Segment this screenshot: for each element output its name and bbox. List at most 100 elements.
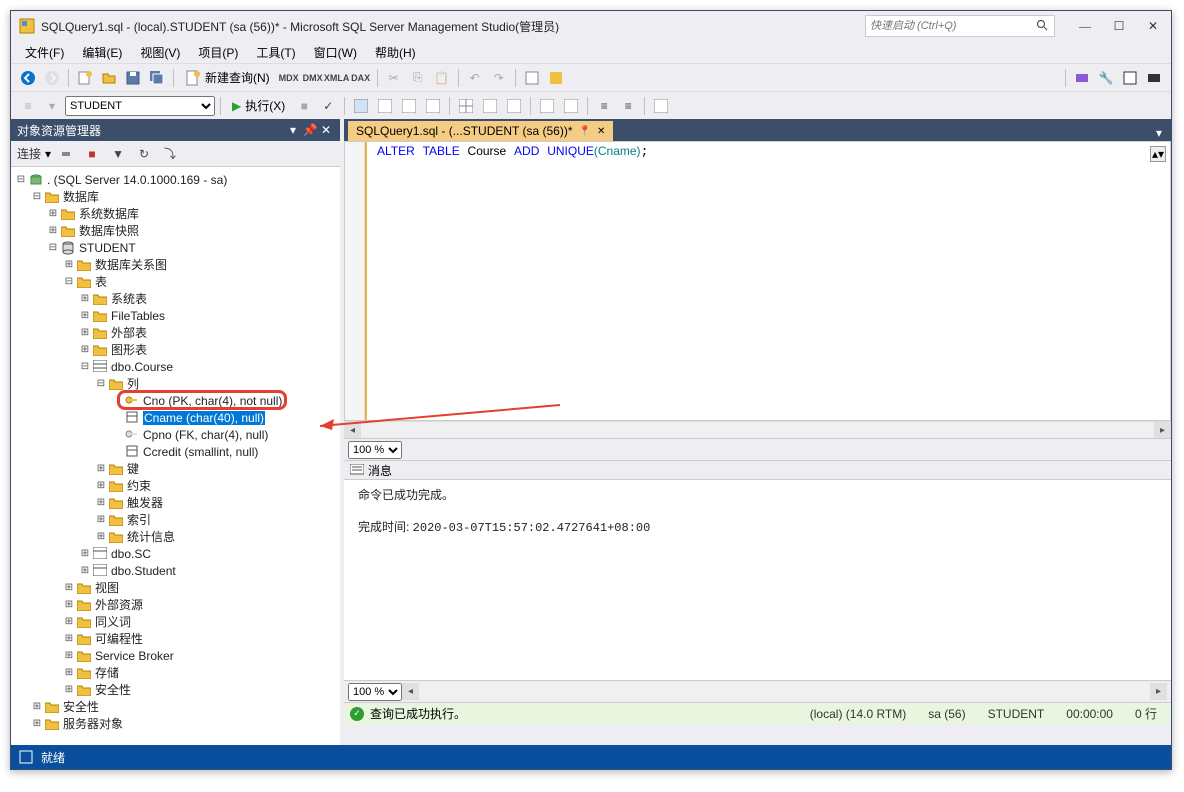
- tree-views[interactable]: ⊞视图: [13, 579, 338, 596]
- tree-constraints[interactable]: ⊞约束: [13, 477, 338, 494]
- connect-dropdown-icon[interactable]: ▾: [45, 147, 51, 161]
- messages-zoom-dropdown[interactable]: 100 %: [348, 683, 402, 701]
- tab-overflow-icon[interactable]: ▾: [1151, 125, 1167, 141]
- database-dropdown[interactable]: STUDENT: [65, 96, 215, 116]
- tree-col-cpno[interactable]: Cpno (FK, char(4), null): [13, 426, 338, 443]
- new-project-icon[interactable]: [74, 67, 96, 89]
- menu-window[interactable]: 窗口(W): [306, 42, 365, 63]
- properties-icon[interactable]: [545, 67, 567, 89]
- parse-icon[interactable]: ✓: [317, 95, 339, 117]
- menu-project[interactable]: 项目(P): [190, 42, 246, 63]
- tree-col-cno[interactable]: Cno (PK, char(4), not null): [13, 392, 338, 409]
- tree-service-broker[interactable]: ⊞Service Broker: [13, 647, 338, 664]
- estimated-plan-icon[interactable]: [350, 95, 372, 117]
- tree-server-node[interactable]: ⊟. (SQL Server 14.0.1000.169 - sa): [13, 171, 338, 188]
- save-all-icon[interactable]: [146, 67, 168, 89]
- tree-databases[interactable]: ⊟数据库: [13, 188, 338, 205]
- tree-indexes[interactable]: ⊞索引: [13, 511, 338, 528]
- tab-close-icon[interactable]: ✕: [597, 126, 605, 137]
- menu-tools[interactable]: 工具(T): [248, 42, 303, 63]
- tree-sys-db[interactable]: ⊞系统数据库: [13, 205, 338, 222]
- new-query-button[interactable]: 新建查询(N): [179, 67, 276, 89]
- client-stats-icon[interactable]: [398, 95, 420, 117]
- code-hscroll[interactable]: ◂▸: [344, 421, 1171, 438]
- menu-edit[interactable]: 编辑(E): [74, 42, 130, 63]
- template-icon[interactable]: [1119, 67, 1141, 89]
- results-grid-icon[interactable]: [455, 95, 477, 117]
- code-zoom-dropdown[interactable]: 100 %: [348, 441, 402, 459]
- comment-icon[interactable]: [536, 95, 558, 117]
- tree-external-tables[interactable]: ⊞外部表: [13, 324, 338, 341]
- back-button[interactable]: [17, 67, 39, 89]
- quick-launch-input[interactable]: [870, 20, 1036, 32]
- dmx-icon[interactable]: DMX: [302, 67, 324, 89]
- results-file-icon[interactable]: [503, 95, 525, 117]
- code-editor[interactable]: ALTER TABLE Course ADD UNIQUE(Cname); ▴▾: [344, 141, 1171, 421]
- dax-icon[interactable]: DAX: [350, 67, 372, 89]
- tree-graph-tables[interactable]: ⊞图形表: [13, 341, 338, 358]
- tools-icon[interactable]: 🔧: [1095, 67, 1117, 89]
- mdx-icon[interactable]: MDX: [278, 67, 300, 89]
- menu-view[interactable]: 视图(V): [132, 42, 188, 63]
- specify-values-icon[interactable]: [650, 95, 672, 117]
- messages-body[interactable]: 命令已成功完成。 完成时间: 2020-03-07T15:57:02.47276…: [344, 480, 1171, 680]
- tree-col-ccredit[interactable]: Ccredit (smallint, null): [13, 443, 338, 460]
- refresh-icon[interactable]: ↻: [133, 143, 155, 165]
- close-button[interactable]: ✕: [1143, 16, 1163, 36]
- tree-dbo-student[interactable]: ⊞dbo.Student: [13, 562, 338, 579]
- tree-security[interactable]: ⊞安全性: [13, 698, 338, 715]
- tree-security-inner[interactable]: ⊞安全性: [13, 681, 338, 698]
- uncomment-icon[interactable]: [560, 95, 582, 117]
- tab-sqlquery1[interactable]: SQLQuery1.sql - (...STUDENT (sa (56))* 📍…: [348, 121, 613, 141]
- connect-label[interactable]: 连接: [17, 145, 41, 162]
- outdent-icon[interactable]: ≡: [617, 95, 639, 117]
- tree-keys[interactable]: ⊞键: [13, 460, 338, 477]
- tree-db-snapshot[interactable]: ⊞数据库快照: [13, 222, 338, 239]
- panel-dropdown-icon[interactable]: ▾: [290, 123, 296, 137]
- tree-server-objects[interactable]: ⊞服务器对象: [13, 715, 338, 732]
- include-plan-icon[interactable]: [374, 95, 396, 117]
- menu-help[interactable]: 帮助(H): [367, 42, 424, 63]
- open-icon[interactable]: [98, 67, 120, 89]
- tree-dbo-sc[interactable]: ⊞dbo.SC: [13, 545, 338, 562]
- messages-tab-label[interactable]: 消息: [368, 462, 392, 479]
- minimize-button[interactable]: —: [1075, 16, 1095, 36]
- xmla-icon[interactable]: XMLA: [326, 67, 348, 89]
- object-explorer-tree[interactable]: ⊟. (SQL Server 14.0.1000.169 - sa) ⊟数据库 …: [11, 167, 340, 745]
- tree-ext-resources[interactable]: ⊞外部资源: [13, 596, 338, 613]
- execute-button[interactable]: ▶ 执行(X): [226, 95, 291, 117]
- pin-icon[interactable]: 📌: [302, 122, 318, 138]
- stop-icon[interactable]: ■: [81, 143, 103, 165]
- live-query-icon[interactable]: [422, 95, 444, 117]
- tree-file-tables[interactable]: ⊞FileTables: [13, 307, 338, 324]
- activity-icon[interactable]: [521, 67, 543, 89]
- tree-programmability[interactable]: ⊞可编程性: [13, 630, 338, 647]
- tree-tables[interactable]: ⊟表: [13, 273, 338, 290]
- split-view-icon[interactable]: ▴▾: [1150, 146, 1166, 162]
- disconnect-icon[interactable]: [55, 143, 77, 165]
- maximize-button[interactable]: ☐: [1109, 16, 1129, 36]
- tree-columns[interactable]: ⊟列: [13, 375, 338, 392]
- tree-triggers[interactable]: ⊞触发器: [13, 494, 338, 511]
- panel-close-icon[interactable]: ✕: [318, 122, 334, 138]
- undo-icon[interactable]: ↶: [464, 67, 486, 89]
- results-text-icon[interactable]: [479, 95, 501, 117]
- redo-icon[interactable]: ↷: [488, 67, 510, 89]
- sync-icon[interactable]: ⤵: [159, 143, 181, 165]
- quick-launch[interactable]: [865, 15, 1055, 37]
- menu-file[interactable]: 文件(F): [17, 42, 72, 63]
- registered-servers-icon[interactable]: [1071, 67, 1093, 89]
- tree-student-db[interactable]: ⊟STUDENT: [13, 239, 338, 256]
- indent-icon[interactable]: ≡: [593, 95, 615, 117]
- save-icon[interactable]: [122, 67, 144, 89]
- tab-pin-icon[interactable]: 📍: [579, 126, 591, 137]
- output-icon[interactable]: [1143, 67, 1165, 89]
- tree-statistics[interactable]: ⊞统计信息: [13, 528, 338, 545]
- tree-dbo-course[interactable]: ⊟dbo.Course: [13, 358, 338, 375]
- tree-storage[interactable]: ⊞存储: [13, 664, 338, 681]
- code-content[interactable]: ALTER TABLE Course ADD UNIQUE(Cname);: [373, 142, 1170, 420]
- tree-col-cname[interactable]: Cname (char(40), null): [13, 409, 338, 426]
- filter-icon[interactable]: ▼: [107, 143, 129, 165]
- tree-sys-tables[interactable]: ⊞系统表: [13, 290, 338, 307]
- tree-db-diagrams[interactable]: ⊞数据库关系图: [13, 256, 338, 273]
